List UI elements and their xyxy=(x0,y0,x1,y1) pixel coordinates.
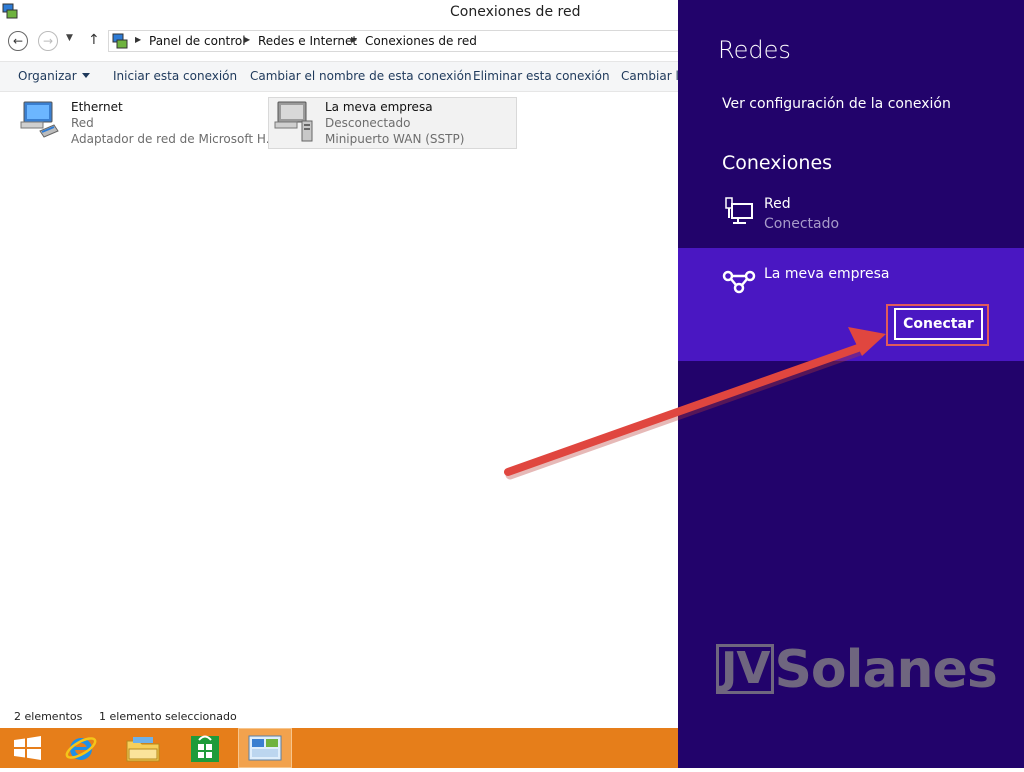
charm-title: Redes xyxy=(718,36,791,64)
explorer-window: Conexiones de red ← → ▼ ↑ ▶ Panel de con… xyxy=(0,0,678,728)
command-bar: Organizar Iniciar esta conexión Cambiar … xyxy=(0,61,678,92)
internet-explorer-button[interactable] xyxy=(56,728,106,768)
breadcrumb-separator-icon: ▶ xyxy=(135,35,142,44)
start-button[interactable] xyxy=(4,728,54,768)
view-connection-settings-link[interactable]: Ver configuración de la conexión xyxy=(722,96,951,112)
network-item-red[interactable]: Red Conectado xyxy=(718,190,1018,240)
connection-device: Minipuerto WAN (SSTP) xyxy=(325,132,465,146)
breadcrumb-separator-icon: ▶ xyxy=(244,35,251,44)
item-count: 2 elementos xyxy=(14,710,83,723)
address-row: ← → ▼ ↑ ▶ Panel de control ▶ Redes e Int… xyxy=(0,27,678,55)
logo-jv: JV xyxy=(716,644,775,694)
ethernet-adapter-icon xyxy=(20,101,59,138)
breadcrumb-network-connections[interactable]: Conexiones de red xyxy=(365,34,477,48)
vpn-connection-icon xyxy=(274,101,313,142)
breadcrumb-network-internet[interactable]: Redes e Internet xyxy=(258,34,357,48)
forward-button[interactable]: → xyxy=(38,31,58,51)
connect-button[interactable]: Conectar xyxy=(894,308,983,340)
connection-name: La meva empresa xyxy=(325,100,433,114)
jvsolanes-watermark-logo: JVSolanes xyxy=(716,640,998,700)
connection-status: Red xyxy=(71,116,94,130)
selection-count: 1 elemento seleccionado xyxy=(99,710,237,723)
breadcrumb-control-panel[interactable]: Panel de control xyxy=(149,34,246,48)
network-name: La meva empresa xyxy=(764,266,890,282)
organize-button[interactable]: Organizar xyxy=(18,69,90,83)
address-bar[interactable]: ▶ Panel de control ▶ Redes e Internet ▶ … xyxy=(108,30,678,52)
title-bar: Conexiones de red xyxy=(0,0,678,24)
start-connection-button[interactable]: Iniciar esta conexión xyxy=(113,69,237,83)
network-status: Conectado xyxy=(764,216,840,232)
store-button[interactable] xyxy=(180,728,230,768)
control-panel-icon xyxy=(112,33,128,49)
connection-item-ethernet[interactable]: Ethernet Red Adaptador de red de Microso… xyxy=(14,97,277,149)
connection-device: Adaptador de red de Microsoft H... xyxy=(71,132,278,146)
network-connections-taskbar-button[interactable] xyxy=(238,728,292,768)
file-explorer-icon xyxy=(126,737,160,762)
network-connections-icon xyxy=(248,735,282,761)
connection-name: Ethernet xyxy=(71,100,123,114)
delete-connection-button[interactable]: Eliminar esta conexión xyxy=(473,69,610,83)
status-bar: 2 elementos 1 elemento seleccionado xyxy=(0,706,678,728)
window-title: Conexiones de red xyxy=(450,4,581,20)
windows-start-icon xyxy=(14,736,41,760)
connection-status: Desconectado xyxy=(325,116,411,130)
logo-solanes: Solanes xyxy=(774,640,997,700)
network-connections-icon xyxy=(2,3,18,19)
recent-locations-icon[interactable]: ▼ xyxy=(66,33,73,43)
up-arrow-icon[interactable]: ↑ xyxy=(88,32,100,48)
vpn-icon xyxy=(722,270,756,294)
rename-connection-button[interactable]: Cambiar el nombre de esta conexión xyxy=(250,69,472,83)
file-explorer-button[interactable] xyxy=(118,728,168,768)
internet-explorer-icon xyxy=(65,737,97,760)
back-button[interactable]: ← xyxy=(8,31,28,51)
connections-heading: Conexiones xyxy=(722,152,833,174)
breadcrumb-separator-icon: ▶ xyxy=(351,35,358,44)
connection-item-vpn[interactable]: La meva empresa Desconectado Minipuerto … xyxy=(268,97,517,149)
organize-label: Organizar xyxy=(18,69,77,83)
wired-network-icon xyxy=(725,197,753,224)
taskbar xyxy=(0,728,678,768)
chevron-down-icon xyxy=(81,73,90,78)
network-name: Red xyxy=(764,196,791,212)
networks-charm-panel: Redes Ver configuración de la conexión C… xyxy=(678,0,1024,768)
change-settings-button[interactable]: Cambiar la xyxy=(621,69,678,83)
store-icon xyxy=(191,735,219,762)
